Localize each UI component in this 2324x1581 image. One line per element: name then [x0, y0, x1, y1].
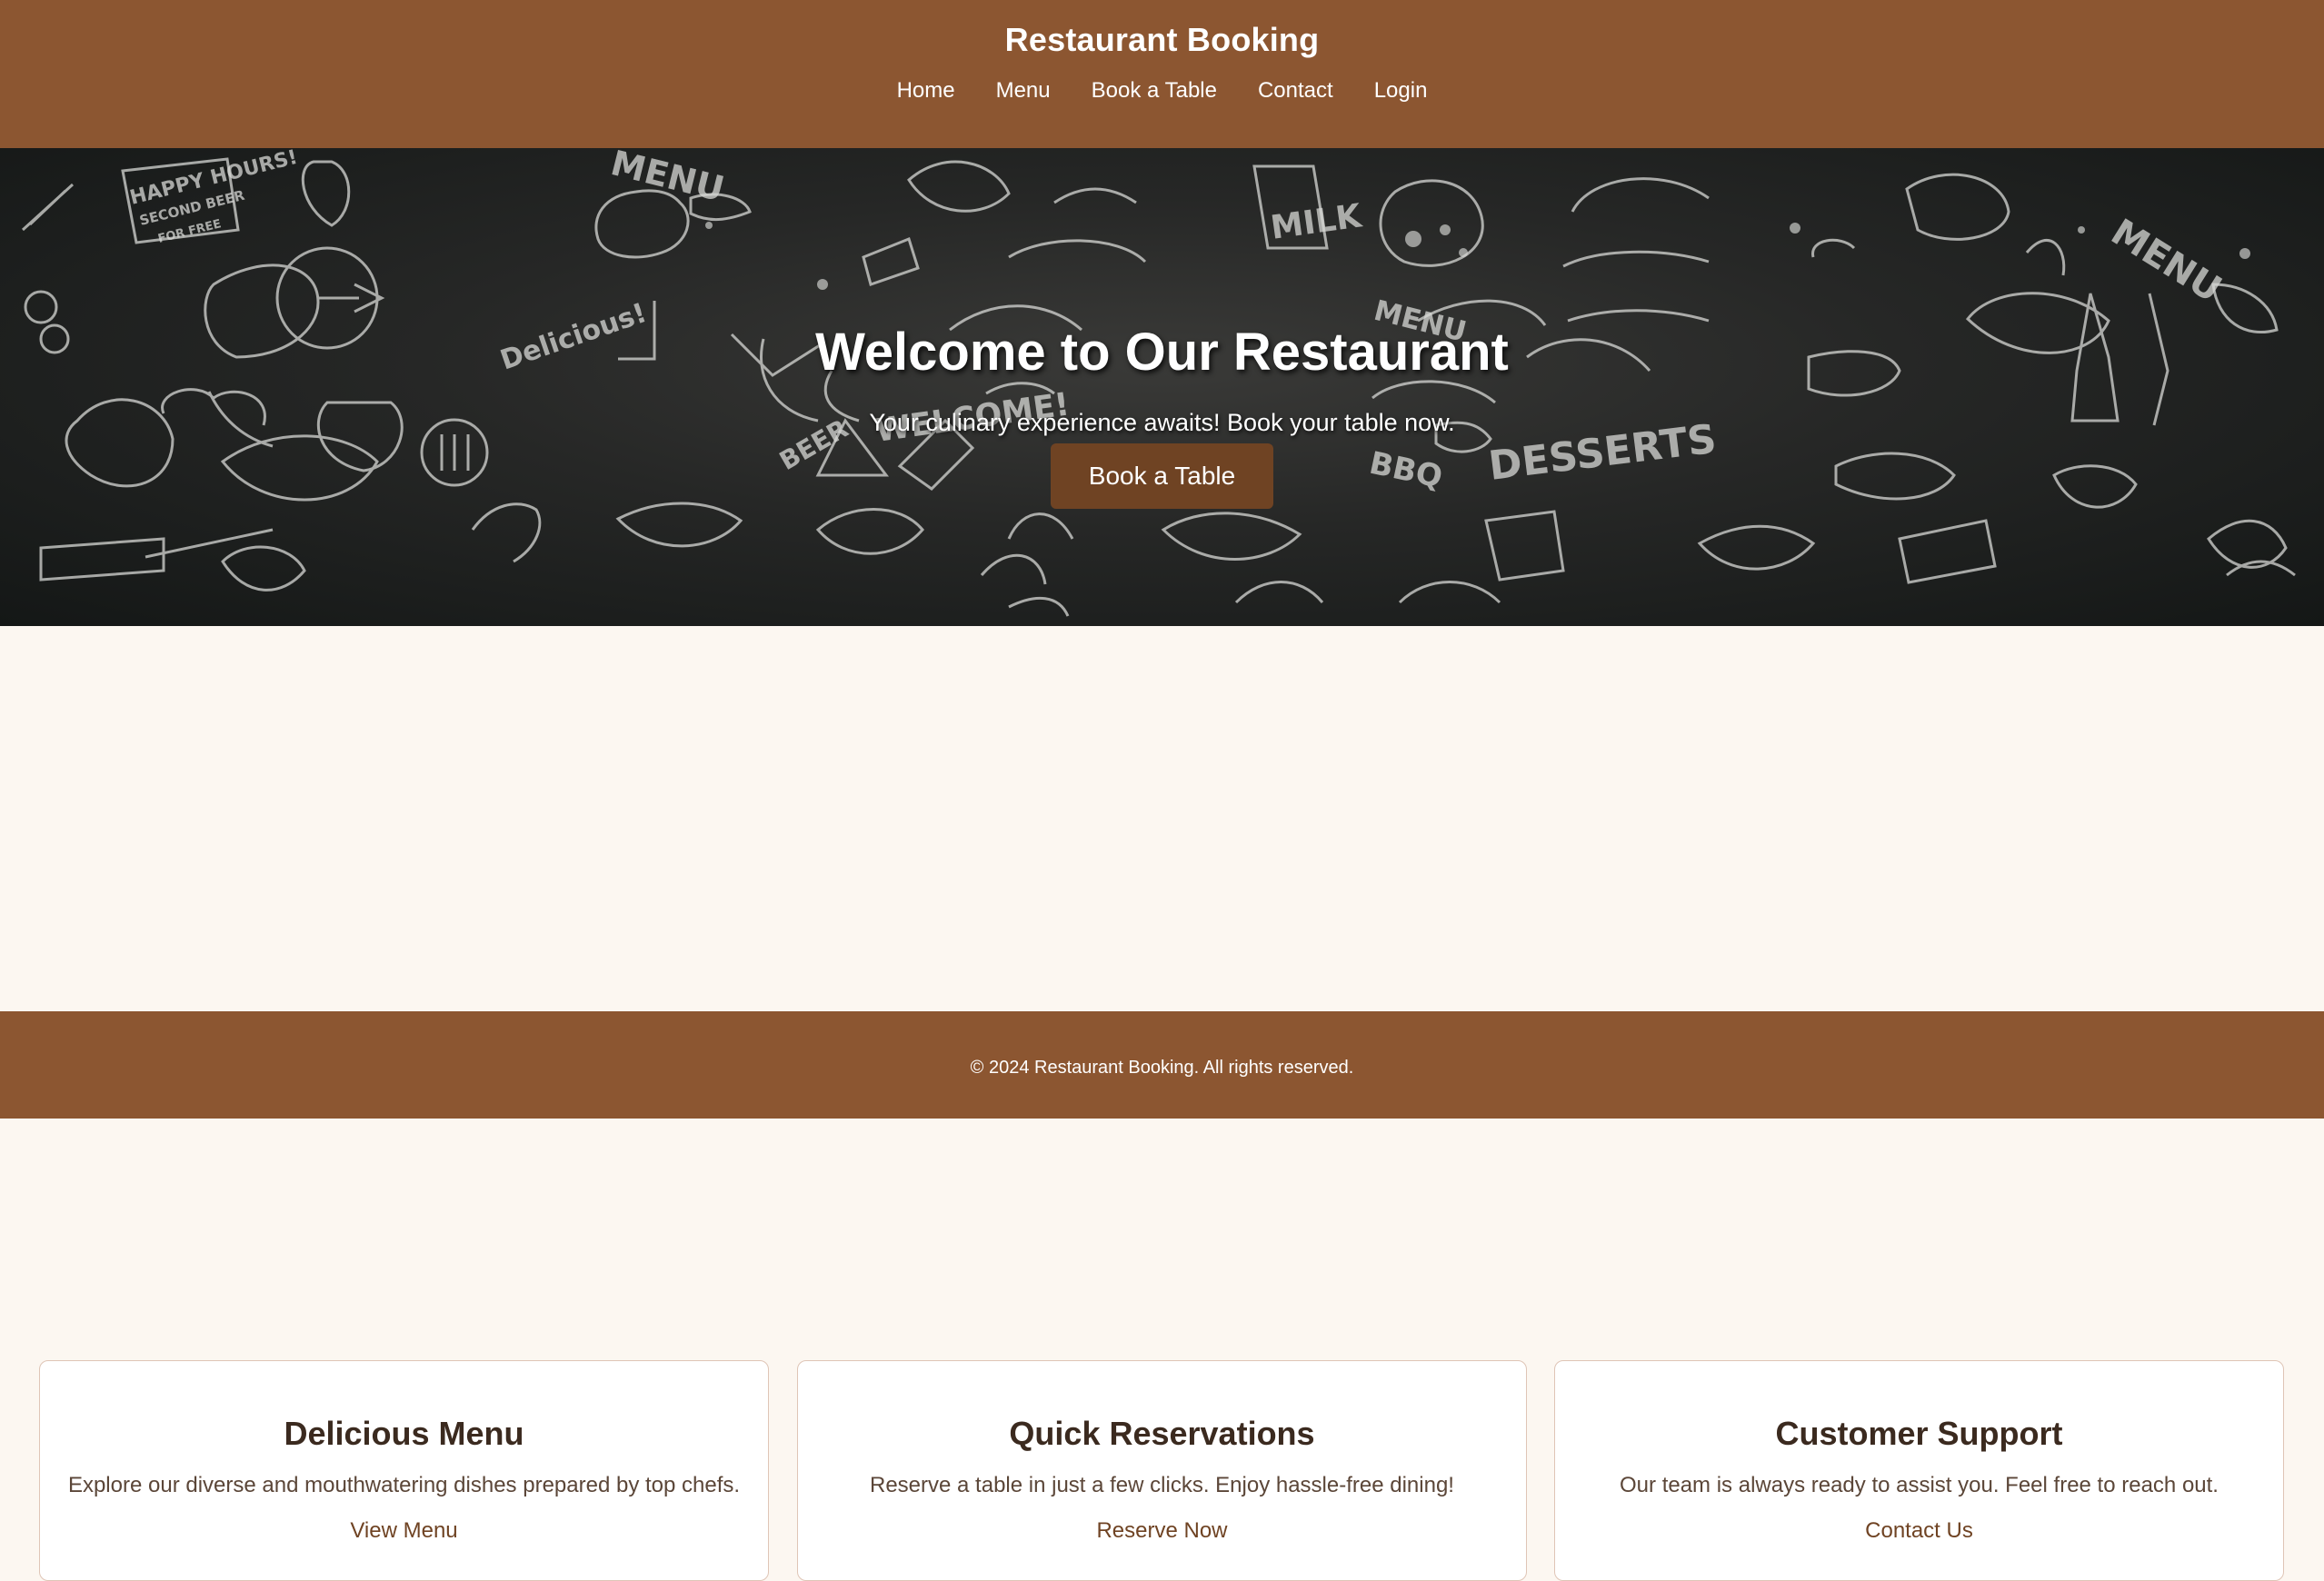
- nav-menu[interactable]: Menu: [996, 73, 1051, 109]
- food-doodle-pattern-icon: HAPPY HOURS! SECOND BEER FOR FREE MENU D…: [21, 148, 2296, 617]
- view-menu-link[interactable]: View Menu: [350, 1517, 457, 1545]
- site-footer: © 2024 Restaurant Booking. All rights re…: [0, 1011, 2324, 1119]
- menu-doodle-right: MENU: [2104, 211, 2229, 311]
- bbq-doodle: BBQ: [1366, 445, 1445, 496]
- feature-title-reservations: Quick Reservations: [1009, 1415, 1315, 1452]
- feature-text-reservations: Reserve a table in just a few clicks. En…: [870, 1473, 1454, 1497]
- hero-section: HAPPY HOURS! SECOND BEER FOR FREE MENU D…: [0, 148, 2324, 626]
- feature-text-support: Our team is always ready to assist you. …: [1620, 1473, 2219, 1497]
- contact-us-link[interactable]: Contact Us: [1865, 1517, 1973, 1545]
- features-section: Delicious Menu Explore our diverse and m…: [0, 626, 2324, 1581]
- milk-doodle: MILK: [1269, 197, 1365, 247]
- main-navigation: Home Menu Book a Table Contact Login: [0, 73, 2324, 109]
- nav-contact[interactable]: Contact: [1258, 73, 1333, 109]
- hero-title: Welcome to Our Restaurant: [815, 323, 1509, 382]
- book-table-button[interactable]: Book a Table: [1051, 443, 1273, 509]
- nav-book-table[interactable]: Book a Table: [1092, 73, 1217, 109]
- feature-card-support: Customer Support Our team is always read…: [1554, 1360, 2284, 1581]
- feature-text-menu: Explore our diverse and mouthwatering di…: [67, 1473, 741, 1497]
- site-header: Restaurant Booking Home Menu Book a Tabl…: [0, 0, 2324, 148]
- hero-subtitle: Your culinary experience awaits! Book yo…: [869, 409, 1455, 436]
- nav-login[interactable]: Login: [1374, 73, 1428, 109]
- feature-title-menu: Delicious Menu: [284, 1415, 524, 1452]
- feature-card-menu: Delicious Menu Explore our diverse and m…: [39, 1360, 769, 1581]
- menu-doodle-left: MENU: [607, 148, 728, 209]
- nav-home[interactable]: Home: [897, 73, 955, 109]
- footer-copyright: © 2024 Restaurant Booking. All rights re…: [970, 1058, 1354, 1078]
- feature-card-reservations: Quick Reservations Reserve a table in ju…: [797, 1360, 1527, 1581]
- site-title: Restaurant Booking: [1004, 21, 1320, 58]
- reserve-now-link[interactable]: Reserve Now: [1096, 1517, 1227, 1545]
- feature-title-support: Customer Support: [1775, 1415, 2063, 1452]
